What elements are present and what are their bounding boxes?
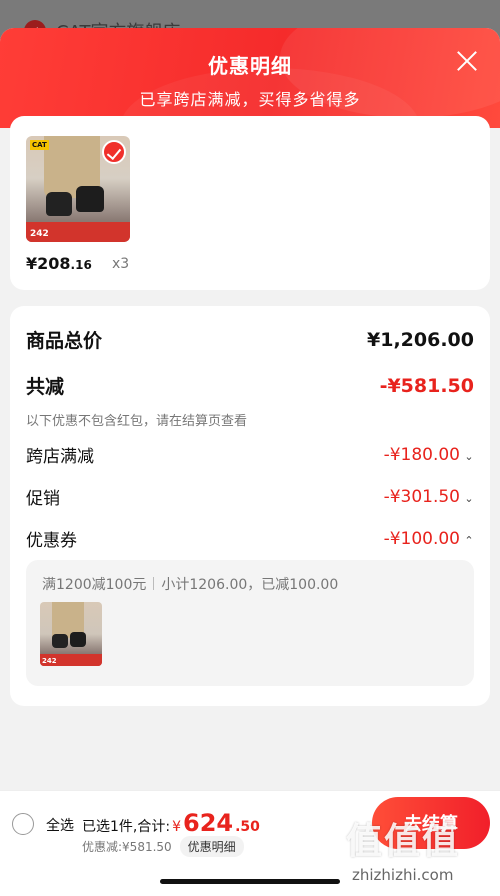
divider	[153, 577, 155, 590]
summary-card: 商品总价 ¥1,206.00 共减 -¥581.50 以下优惠不包含红包，请在结…	[10, 306, 490, 706]
coupon-product-thumbnail[interactable]: 242	[40, 602, 102, 666]
product-price: ¥208.16	[26, 254, 92, 273]
reduce-row: 共减 -¥581.50	[26, 372, 474, 399]
select-all-label[interactable]: 全选	[46, 815, 74, 835]
reduce-label: 共减	[26, 376, 65, 398]
home-indicator	[160, 879, 340, 884]
watermark-url: zhizhizhi.com	[352, 866, 454, 884]
coupon-rule: 满1200减100元	[42, 577, 147, 593]
discount-label: 促销	[26, 489, 60, 509]
sheet-subtitle: 已享跨店满减，买得多省得多	[139, 90, 361, 109]
total-amount: 624	[183, 809, 234, 837]
discount-row-coupon[interactable]: 优惠券 -¥100.00 ⌃	[26, 526, 474, 552]
discount-value: -¥100.00	[383, 528, 460, 549]
total-yen: ¥	[172, 819, 181, 835]
discount-line: 优惠减:¥581.50 优惠明细	[82, 836, 244, 857]
chevron-down-icon[interactable]: ⌄	[464, 450, 474, 463]
total-value: ¥1,206.00	[367, 328, 474, 351]
coupon-detail: 小计1206.00，已减100.00	[161, 577, 339, 593]
discount-row-cross-store[interactable]: 跨店满减 -¥180.00 ⌄	[26, 442, 474, 468]
product-card: CAT 242 ¥208.16 x3	[10, 116, 490, 290]
discount-label: 跨店满减	[26, 447, 94, 467]
sheet-title: 优惠明细	[208, 54, 292, 78]
close-icon[interactable]	[454, 48, 480, 74]
discount-amount: 优惠减:¥581.50	[82, 840, 172, 854]
select-all-radio[interactable]	[12, 813, 34, 835]
thumb-price-tag: 242	[30, 229, 49, 239]
thumb-price-tag: 242	[42, 657, 57, 665]
discount-note: 以下优惠不包含红包，请在结算页查看	[26, 414, 248, 429]
reduce-value: -¥581.50	[379, 374, 474, 397]
total-row: 商品总价 ¥1,206.00	[26, 326, 474, 353]
coupon-text: 满1200减100元 小计1206.00，已减100.00	[42, 574, 338, 594]
sheet-header: 优惠明细 已享跨店满减，买得多省得多	[0, 28, 500, 128]
total-decimal: .50	[235, 819, 260, 835]
coupon-detail-box: 满1200减100元 小计1206.00，已减100.00 242	[26, 560, 474, 686]
product-thumbnail[interactable]: CAT 242	[26, 136, 130, 242]
selected-summary: 已选1件,合计: ¥ 624 .50	[82, 809, 260, 837]
chevron-down-icon[interactable]: ⌄	[464, 492, 474, 505]
selected-check-icon[interactable]	[102, 140, 126, 164]
discount-value: -¥180.00	[383, 444, 460, 465]
discount-label: 优惠券	[26, 531, 77, 551]
discount-row-promotion[interactable]: 促销 -¥301.50 ⌄	[26, 484, 474, 510]
discount-detail-button[interactable]: 优惠明细	[179, 836, 244, 857]
selected-info: 已选1件,合计:	[82, 819, 171, 835]
discount-value: -¥301.50	[383, 486, 460, 507]
product-quantity: x3	[112, 256, 130, 272]
chevron-up-icon[interactable]: ⌃	[464, 534, 474, 547]
total-label: 商品总价	[26, 330, 103, 352]
brand-logo: CAT	[30, 140, 49, 150]
watermark-logo: 值值值	[346, 821, 461, 862]
